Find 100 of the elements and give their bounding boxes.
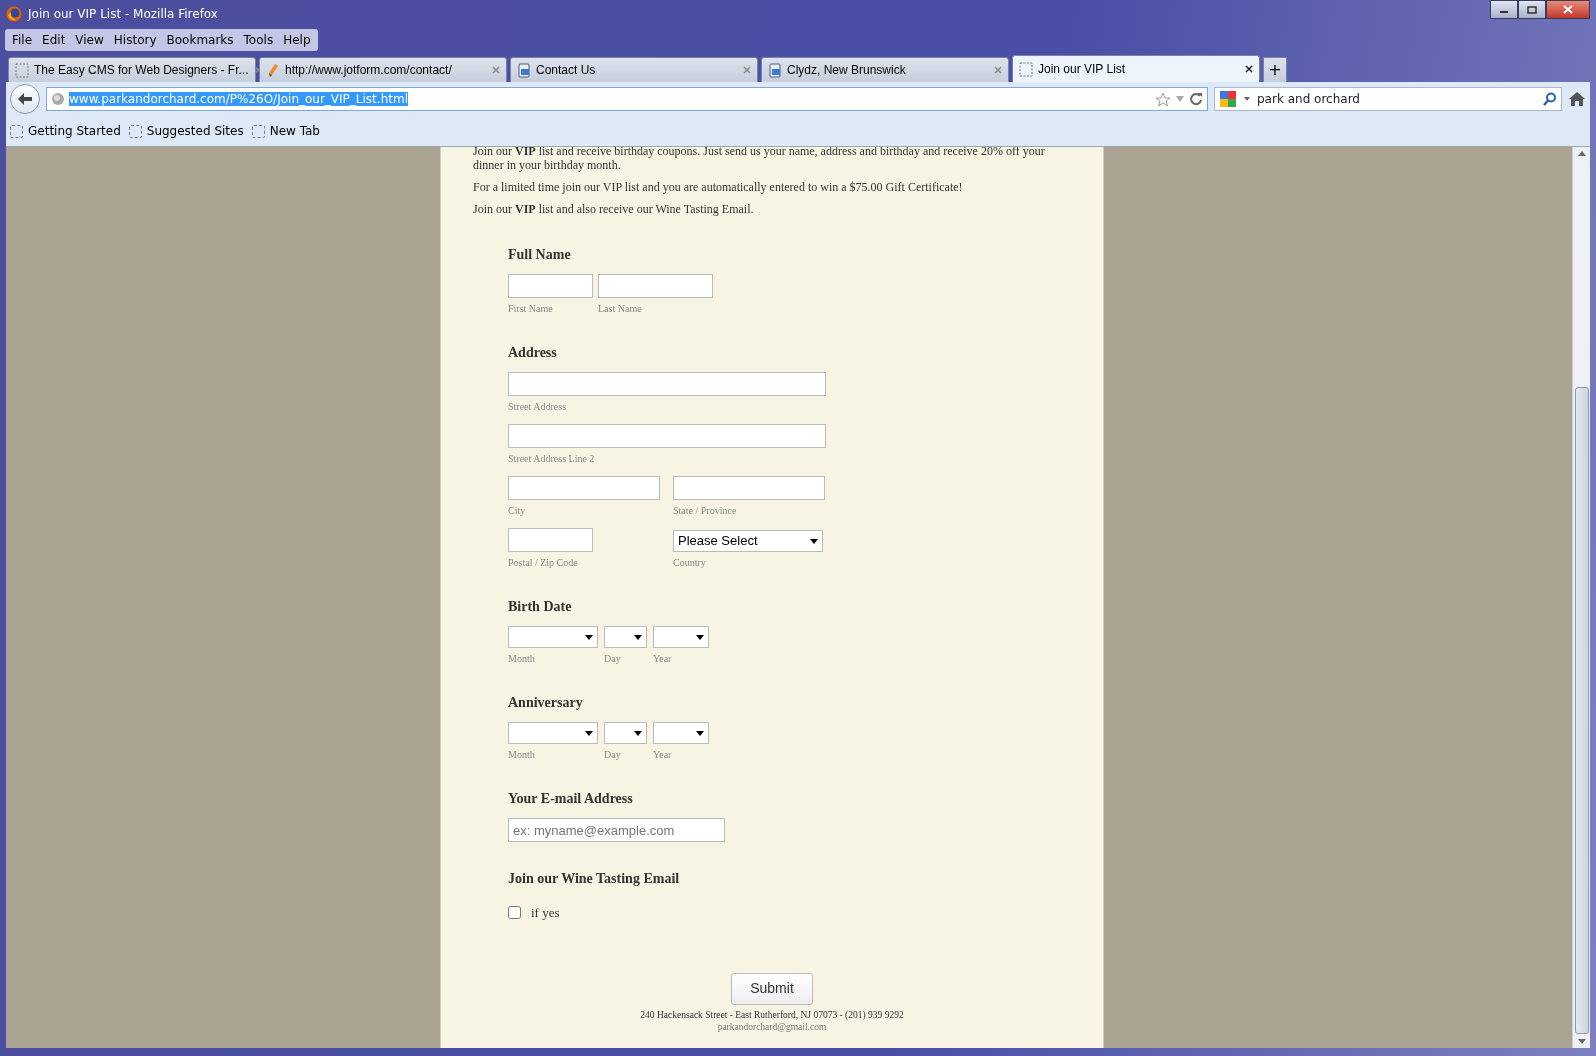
text-field[interactable] [508, 274, 593, 298]
field-label: Your E-mail Address [508, 790, 634, 808]
text-field[interactable] [673, 476, 825, 500]
tab-title: Contact Us [536, 62, 597, 79]
footer-email: parkandorchard@gmail.com [716, 1020, 828, 1033]
field-sublabel: Day [604, 652, 622, 666]
text-field[interactable] [508, 476, 660, 500]
close-icon [1563, 5, 1573, 14]
field-sublabel: Street Address Line 2 [508, 452, 596, 466]
bookmark-link[interactable]: Getting Started [10, 122, 121, 140]
star-icon[interactable] [1155, 91, 1171, 107]
scroll-up-icon[interactable] [1577, 151, 1586, 157]
window-title: Join our VIP List - Mozilla Firefox [28, 6, 218, 23]
field-label: Join our Wine Tasting Email [508, 870, 681, 888]
search-text: park and orchard [1257, 91, 1361, 108]
document-icon [768, 62, 782, 78]
scroll-down-icon[interactable] [1577, 1038, 1586, 1044]
search-field[interactable]: park and orchard [1214, 87, 1562, 111]
search-icon[interactable] [1543, 92, 1557, 106]
checkbox-label: if yes [531, 904, 560, 922]
text-field[interactable] [508, 372, 826, 396]
field-sublabel: Day [604, 748, 622, 762]
field-sublabel: Year [653, 748, 673, 762]
bookmark-link[interactable]: New Tab [251, 122, 320, 140]
menu-item[interactable]: Edit [37, 31, 71, 49]
email-field[interactable]: ex: myname@example.com [508, 818, 725, 842]
maximize-icon [1527, 5, 1537, 14]
field-sublabel: Country [673, 556, 707, 570]
text-field[interactable] [508, 528, 593, 552]
back-arrow-icon [17, 92, 33, 106]
tab-title: Join our VIP List [1038, 61, 1127, 78]
page-icon [128, 124, 142, 138]
field-sublabel: First Name [508, 302, 554, 316]
caret-icon [810, 538, 818, 544]
menu-item[interactable]: Tools [238, 31, 279, 49]
menu-item[interactable]: Help [278, 31, 316, 49]
bookmark-label: Getting Started [28, 123, 121, 140]
browser-tab[interactable]: Contact Us [510, 57, 758, 82]
close-button[interactable] [1546, 0, 1590, 19]
menu-item[interactable]: View [70, 31, 109, 49]
url-text: www.parkandorchard.com/P%26O/Join_our_VIP_List.html [69, 92, 408, 106]
field-sublabel: Last Name [598, 302, 643, 316]
caret-icon [585, 634, 593, 640]
pencil-icon [266, 62, 280, 78]
page-icon [10, 124, 23, 138]
intro-paragraph: Join our VIP list and also receive our Wine Tasting Email. [473, 202, 755, 216]
menu-item[interactable]: File [7, 31, 38, 49]
tab-title: Clydz, New Brunswick [787, 62, 907, 79]
bookmark-label: Suggested Sites [146, 123, 244, 140]
field-sublabel: Month [508, 748, 536, 762]
back-button[interactable] [10, 84, 40, 114]
caret-icon [585, 730, 593, 736]
browser-tab[interactable]: The Easy CMS for Web Designers - Fr... [8, 57, 256, 82]
scrollbar-thumb[interactable] [1574, 386, 1589, 1035]
browser-logo-icon [6, 6, 22, 22]
browser-tab[interactable]: http://www.jotform.com/contact/ [259, 57, 507, 82]
browser-tab[interactable]: Clydz, New Brunswick [761, 57, 1009, 82]
field-sublabel: Postal / Zip Code [508, 556, 579, 570]
menu-item[interactable]: Bookmarks [161, 31, 239, 49]
submit-button[interactable]: Submit [731, 972, 813, 1005]
field-sublabel: Street Address [508, 400, 568, 414]
page-icon [1019, 61, 1033, 77]
dropdown[interactable] [604, 722, 647, 744]
caret-icon [696, 730, 704, 736]
minimize-button[interactable] [1490, 0, 1518, 19]
caret-icon [696, 634, 704, 640]
country-dropdown[interactable]: Please Select [673, 530, 823, 552]
scrollbar[interactable] [1572, 147, 1590, 1048]
document-icon [517, 62, 531, 78]
field-sublabel: City [508, 504, 527, 518]
tab-title: The Easy CMS for Web Designers - Fr... [34, 62, 249, 79]
field-sublabel: State / Province [673, 504, 738, 518]
search-engine-icon[interactable] [1219, 90, 1237, 108]
reload-icon[interactable] [1189, 92, 1203, 106]
globe-icon [51, 92, 65, 106]
caret-icon [634, 730, 642, 736]
field-label: Full Name [508, 246, 572, 264]
field-label: Birth Date [508, 598, 573, 616]
menu-item[interactable]: History [108, 31, 162, 49]
browser-tab[interactable]: Join our VIP List [1012, 55, 1260, 82]
tab-title: http://www.jotform.com/contact/ [285, 62, 453, 79]
bookmark-link[interactable]: Suggested Sites [128, 122, 244, 140]
field-label: Anniversary [508, 694, 584, 712]
bookmark-label: New Tab [269, 123, 320, 140]
home-icon[interactable] [1568, 91, 1586, 107]
intro-paragraph: Join our VIP list and receive birthday coupons. Just send us your name, address and birthday and receive 20% off your dinner in your birthday month. [473, 147, 1046, 172]
checkbox[interactable] [508, 906, 521, 920]
footer-address: 240 Hackensack Street - East Rutherford, NJ 07073 - (201) 939 9292 [639, 1008, 905, 1021]
maximize-button[interactable] [1518, 0, 1546, 19]
caret-icon [634, 634, 642, 640]
field-sublabel: Year [653, 652, 673, 666]
text-field[interactable] [598, 274, 713, 298]
intro-paragraph: For a limited time join our VIP list and you are automatically entered to win a $75.00 Gift Certificate! [473, 180, 964, 194]
page-icon [251, 124, 265, 138]
page-icon [15, 62, 29, 78]
dropdown-icon[interactable] [1243, 96, 1251, 102]
new-tab-button[interactable]: + [1263, 57, 1287, 82]
field-sublabel: Month [508, 652, 536, 666]
dropdown[interactable] [604, 626, 647, 648]
text-field[interactable] [508, 424, 826, 448]
